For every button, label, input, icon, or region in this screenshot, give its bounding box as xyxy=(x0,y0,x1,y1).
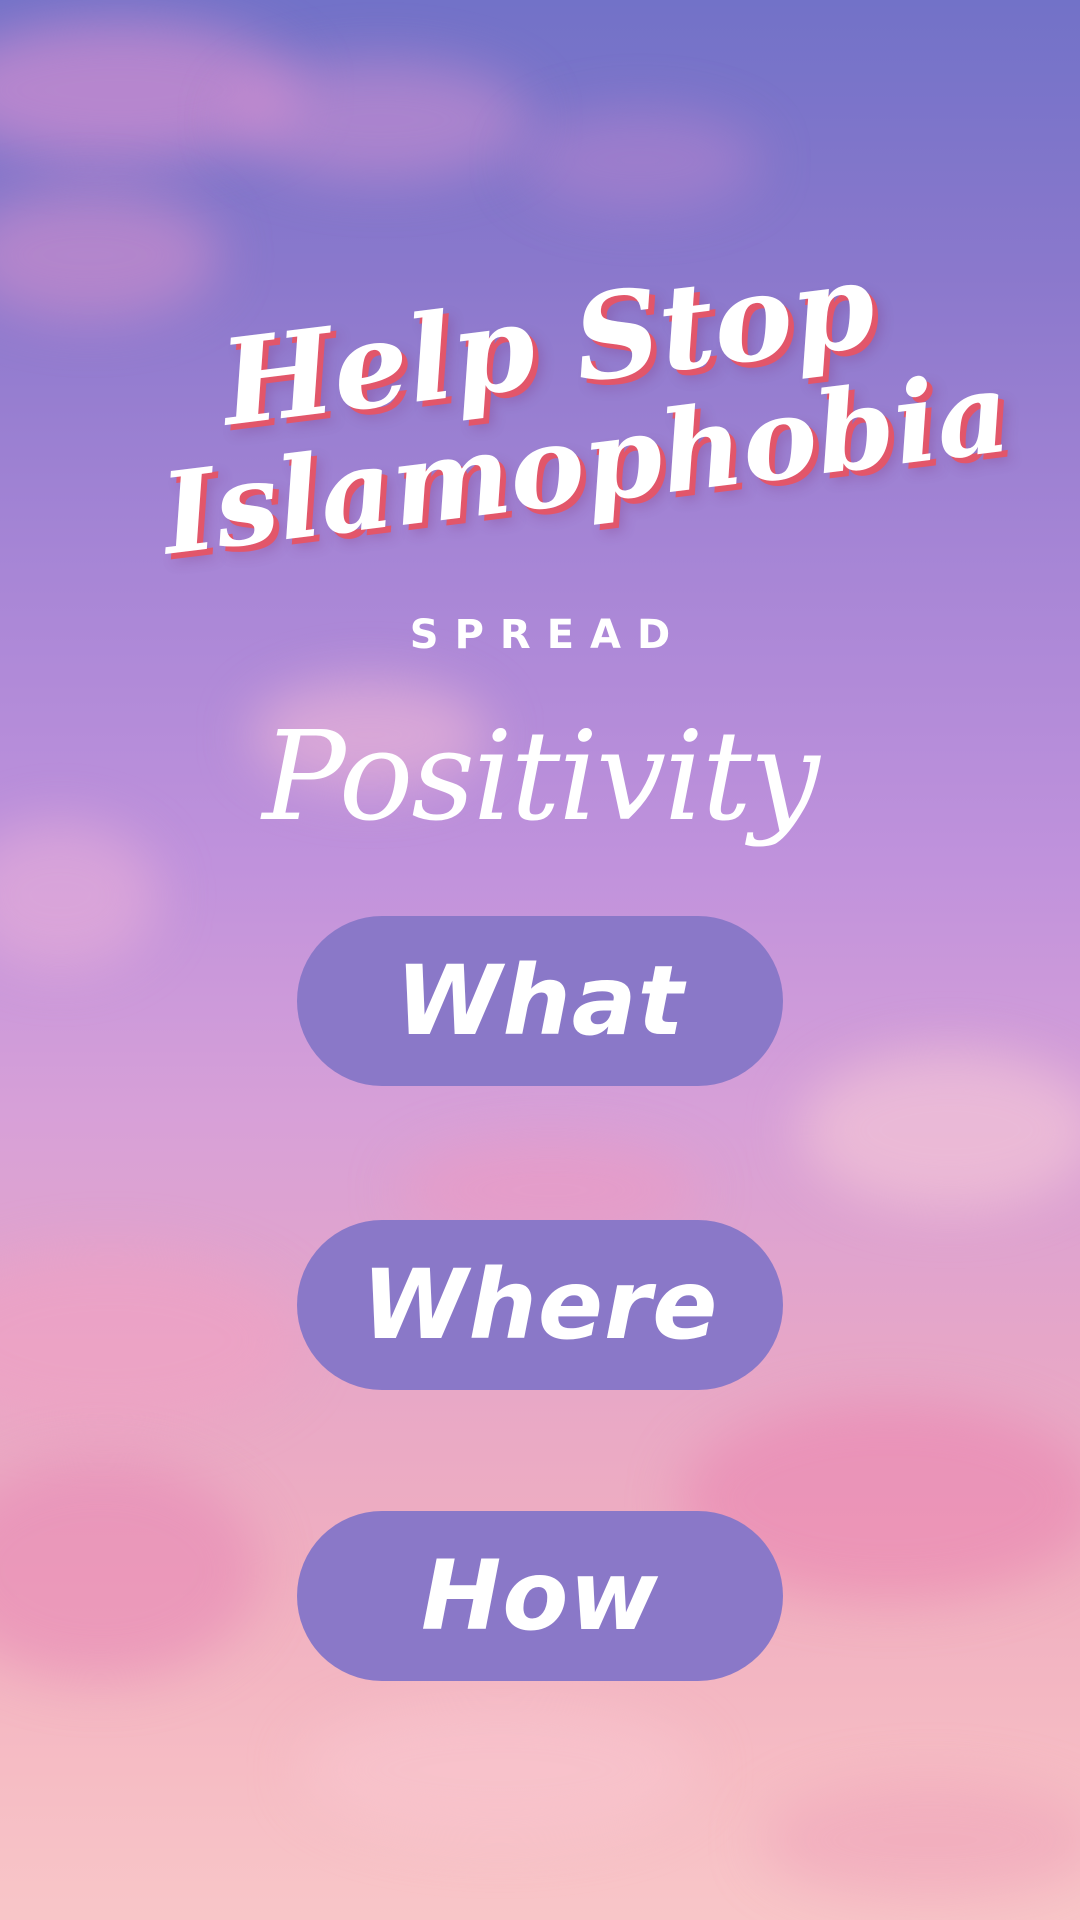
cloud xyxy=(0,190,220,320)
spread-label: SPREAD xyxy=(409,612,687,658)
cloud xyxy=(800,1050,1080,1210)
cloud xyxy=(230,60,530,180)
where-button[interactable]: Where xyxy=(297,1220,783,1390)
cloud xyxy=(0,1460,260,1680)
where-button-label: Where xyxy=(361,1249,719,1361)
cloud xyxy=(0,20,300,160)
cloud xyxy=(0,1250,300,1430)
what-button[interactable]: What xyxy=(297,916,783,1086)
cloud xyxy=(760,1780,1080,1900)
story-screen: Help Stop Islamophobia SPREAD Positivity… xyxy=(0,0,1080,1920)
cloud xyxy=(300,1700,700,1840)
how-button-label: How xyxy=(421,1540,659,1652)
how-button[interactable]: How xyxy=(297,1511,783,1681)
cloud xyxy=(520,110,760,210)
what-button-label: What xyxy=(395,945,685,1057)
positivity-label: Positivity xyxy=(262,705,819,849)
